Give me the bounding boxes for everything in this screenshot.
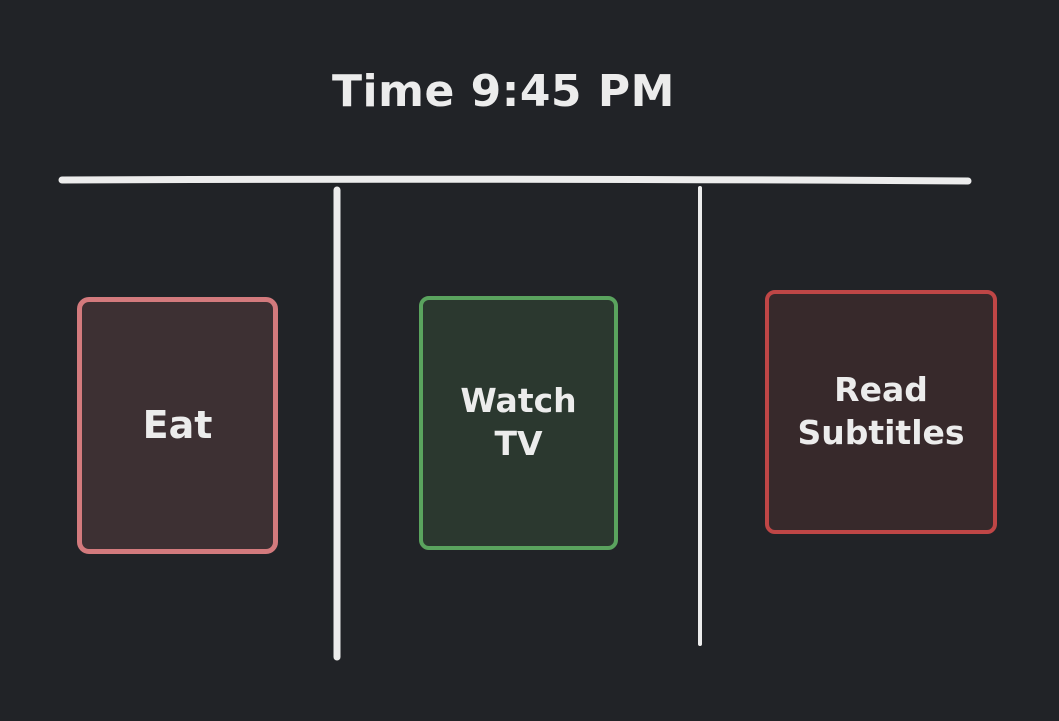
card-watch-tv[interactable]: Watch TV: [419, 296, 618, 550]
card-eat[interactable]: Eat: [77, 297, 278, 554]
horizontal-divider: [58, 175, 972, 185]
card-read-subtitles[interactable]: Read Subtitles: [765, 290, 997, 534]
card-eat-label: Eat: [142, 402, 213, 447]
vertical-divider-right: [698, 186, 703, 646]
card-watch-tv-label: Watch TV: [460, 381, 577, 463]
vertical-divider-left: [333, 186, 341, 661]
card-read-subtitles-label: Read Subtitles: [797, 370, 965, 452]
